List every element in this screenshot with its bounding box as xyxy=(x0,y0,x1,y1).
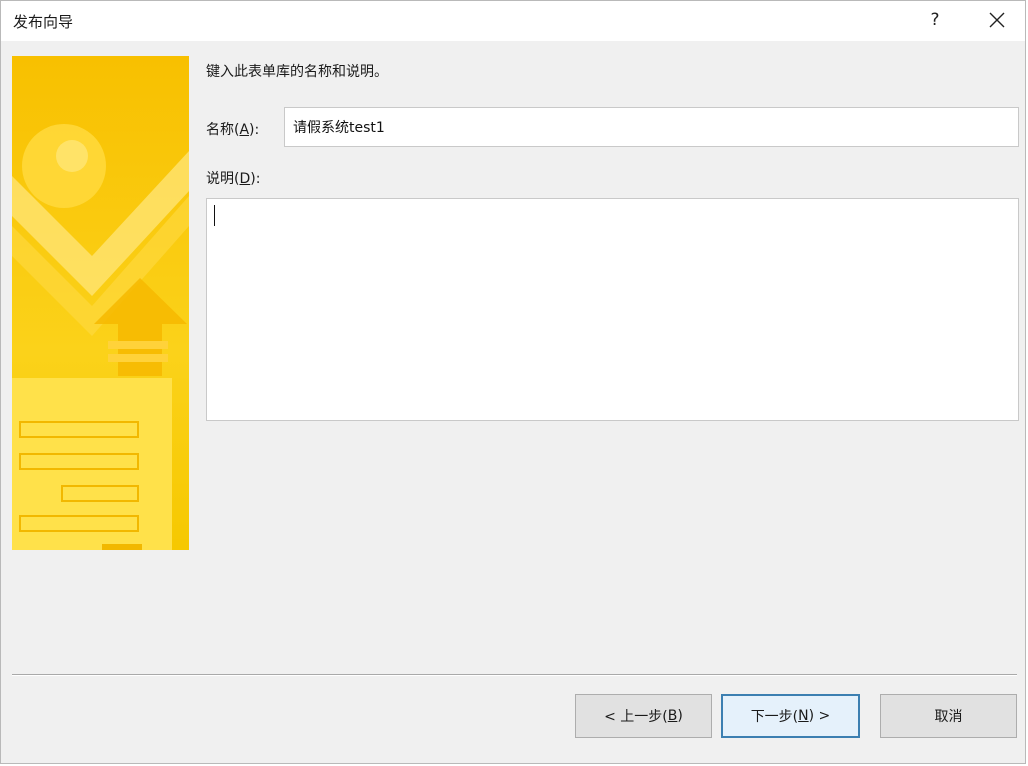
next-button[interactable]: 下一步(N) > xyxy=(721,694,860,738)
window-title: 发布向导 xyxy=(13,13,74,31)
cancel-button[interactable]: 取消 xyxy=(880,694,1017,738)
name-input[interactable] xyxy=(284,107,1019,147)
text-caret xyxy=(214,205,215,226)
description-textarea[interactable] xyxy=(206,198,1019,421)
publish-wizard-dialog: 发布向导 ? 键入此表单库的名称和说明。 名称(A): 请假系统test1 说明… xyxy=(0,0,1026,764)
close-icon xyxy=(989,12,1005,28)
description-label: 说明(D): xyxy=(206,171,261,187)
instruction-text: 键入此表单库的名称和说明。 xyxy=(206,64,388,80)
help-button[interactable]: ? xyxy=(917,3,953,37)
close-button[interactable] xyxy=(979,3,1015,37)
footer-divider xyxy=(12,674,1017,676)
back-button[interactable]: < 上一步(B) xyxy=(575,694,712,738)
title-bar: 发布向导 ? xyxy=(1,1,1025,41)
name-label: 名称(A): xyxy=(206,122,260,138)
wizard-banner-image xyxy=(12,56,189,550)
